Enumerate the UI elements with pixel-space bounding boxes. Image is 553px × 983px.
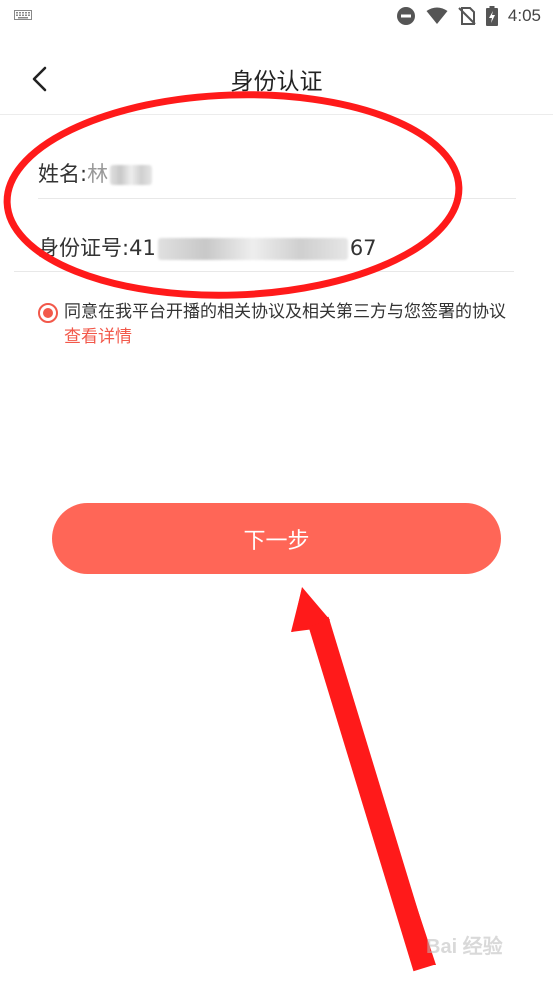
battery-charging-icon xyxy=(485,6,498,26)
id-suffix: 67 xyxy=(349,236,377,260)
divider xyxy=(38,198,516,199)
id-value-masked xyxy=(157,238,348,260)
do-not-disturb-icon xyxy=(396,7,415,25)
no-sim-icon xyxy=(458,7,476,25)
status-icons: 4:05 xyxy=(396,5,541,27)
status-time: 4:05 xyxy=(507,6,541,25)
keyboard-icon xyxy=(14,10,32,20)
annotation-arrow xyxy=(291,588,436,965)
annotation-overlay xyxy=(3,91,463,972)
divider xyxy=(14,271,514,272)
annotation-arrow-head xyxy=(292,587,330,632)
agreement-body: 同意在我平台开播的相关协议及相关第三方与您签署的协议 xyxy=(64,302,506,322)
id-prefix: 41 xyxy=(129,236,156,260)
page-title: 身份认证 xyxy=(230,69,323,95)
id-number-field[interactable]: 身份证号:41 67 xyxy=(38,232,377,262)
watermark-text: Bai 经验 xyxy=(426,936,503,958)
wifi-icon xyxy=(426,7,448,24)
agreement-text: 同意在我平台开播的相关协议及相关第三方与您签署的协议查看详情 xyxy=(64,300,514,350)
agreement-radio[interactable] xyxy=(38,303,58,323)
name-field[interactable]: 姓名:林 xyxy=(38,158,153,188)
name-value-masked xyxy=(110,165,153,185)
name-value-visible: 林 xyxy=(87,162,109,186)
id-label: 身份证号: xyxy=(38,236,130,260)
status-bar: 4:05 xyxy=(0,0,553,32)
nav-bar: 身份认证 xyxy=(0,42,553,115)
name-label: 姓名: xyxy=(38,162,88,186)
view-details-link[interactable]: 查看详情 xyxy=(64,327,132,347)
next-step-button[interactable]: 下一步 xyxy=(52,503,501,574)
annotation-arrow-shaft xyxy=(307,616,435,972)
baidu-watermark: Bai 经验 xyxy=(426,930,536,970)
